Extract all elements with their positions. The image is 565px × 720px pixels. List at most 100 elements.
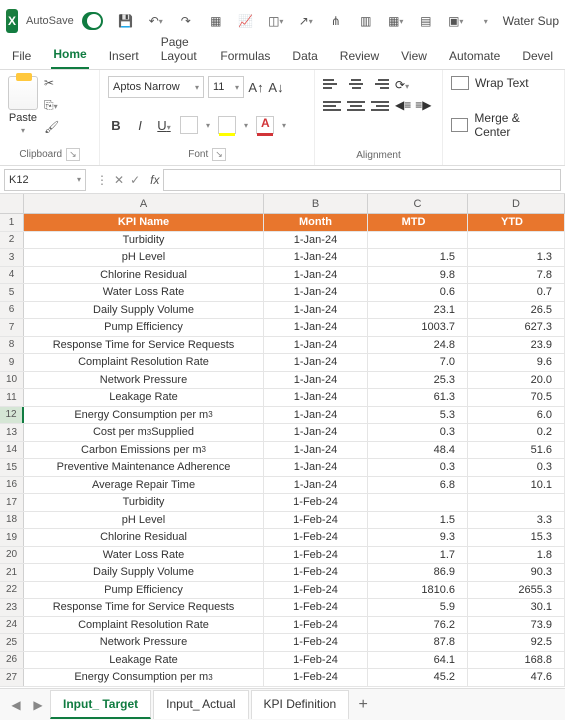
cell[interactable]: YTD	[468, 214, 565, 231]
fx-icon[interactable]: fx	[146, 173, 163, 187]
cell[interactable]: 10.1	[468, 477, 565, 494]
cell[interactable]: Month	[264, 214, 368, 231]
cell[interactable]: 6.0	[468, 407, 565, 424]
cell[interactable]	[468, 494, 565, 511]
column-header-d[interactable]: D	[468, 194, 565, 213]
row-header[interactable]: 15	[0, 459, 24, 476]
pivot-icon[interactable]: ◫▾	[267, 12, 285, 30]
cell[interactable]: 9.6	[468, 354, 565, 371]
sheet-tab[interactable]: Input_ Target	[50, 690, 151, 719]
column-header-a[interactable]: A	[24, 194, 264, 213]
cell[interactable]: Carbon Emissions per m3	[24, 442, 264, 459]
cell[interactable]: Network Pressure	[24, 372, 264, 389]
cell[interactable]: Chlorine Residual	[24, 267, 264, 284]
copy-icon[interactable]: ⎘▾	[44, 98, 60, 114]
sheet-rows[interactable]: 1KPI NameMonthMTDYTD2Turbidity1-Jan-243p…	[0, 214, 565, 688]
cell[interactable]: Chlorine Residual	[24, 529, 264, 546]
cell[interactable]: 1-Feb-24	[264, 582, 368, 599]
redo-icon[interactable]: ↷	[177, 12, 195, 30]
format-painter-icon[interactable]: 🖌	[44, 120, 60, 136]
filter-icon[interactable]: ▥	[357, 12, 375, 30]
cell[interactable]: 1-Jan-24	[264, 249, 368, 266]
cell[interactable]: 47.6	[468, 669, 565, 686]
cell[interactable]: 26.5	[468, 302, 565, 319]
sheet-tab[interactable]: Input_ Actual	[153, 690, 248, 719]
cell[interactable]: 1003.7	[368, 319, 468, 336]
cell[interactable]	[468, 232, 565, 249]
formula-input[interactable]	[163, 169, 561, 191]
italic-button[interactable]: I	[132, 118, 148, 133]
cell[interactable]: 70.5	[468, 389, 565, 406]
row-header[interactable]: 2	[0, 232, 24, 249]
cell[interactable]: 73.9	[468, 617, 565, 634]
orientation-icon[interactable]: ⟳▾	[395, 78, 431, 92]
font-name-select[interactable]: Aptos Narrow▾	[108, 76, 204, 98]
ribbon-tab-home[interactable]: Home	[51, 43, 88, 69]
cell[interactable]: Water Loss Rate	[24, 284, 264, 301]
cell[interactable]: Pump Efficiency	[24, 319, 264, 336]
ribbon-tab-data[interactable]: Data	[290, 45, 319, 69]
row-header[interactable]: 7	[0, 319, 24, 336]
align-top-right[interactable]	[371, 76, 389, 92]
cell[interactable]: 87.8	[368, 634, 468, 651]
cell[interactable]: 45.2	[368, 669, 468, 686]
cell[interactable]: 1-Jan-24	[264, 477, 368, 494]
increase-indent-icon[interactable]: ≡▶	[415, 98, 431, 112]
cell[interactable]: 30.1	[468, 599, 565, 616]
cell[interactable]: Network Pressure	[24, 634, 264, 651]
more-icon[interactable]: ▾	[477, 12, 495, 30]
prev-sheet-icon[interactable]: ◀	[6, 698, 26, 712]
cell[interactable]: 1.5	[368, 512, 468, 529]
cell[interactable]: Daily Supply Volume	[24, 564, 264, 581]
ribbon-tab-automate[interactable]: Automate	[447, 45, 502, 69]
autosave-toggle[interactable]: On	[82, 12, 103, 30]
freeze-icon[interactable]: ▤	[417, 12, 435, 30]
wrap-text-button[interactable]: Wrap Text	[451, 76, 556, 90]
cell[interactable]: Response Time for Service Requests	[24, 337, 264, 354]
row-header[interactable]: 8	[0, 337, 24, 354]
cell[interactable]: 7.8	[468, 267, 565, 284]
cell[interactable]: Average Repair Time	[24, 477, 264, 494]
cell[interactable]: 1-Feb-24	[264, 599, 368, 616]
row-header[interactable]: 4	[0, 267, 24, 284]
cell[interactable]: Cost per m3 Supplied	[24, 424, 264, 441]
align-top-left[interactable]	[323, 76, 341, 92]
dialog-launcher-icon[interactable]: ↘	[66, 148, 80, 161]
cell[interactable]: 23.1	[368, 302, 468, 319]
cell[interactable]: 1.5	[368, 249, 468, 266]
cell[interactable]: 1-Feb-24	[264, 529, 368, 546]
align-top-center[interactable]	[347, 76, 365, 92]
cell[interactable]: pH Level	[24, 512, 264, 529]
cell[interactable]: 64.1	[368, 652, 468, 669]
cell[interactable]: 1-Feb-24	[264, 547, 368, 564]
share-icon[interactable]: ↗▾	[297, 12, 315, 30]
cell[interactable]: Complaint Resolution Rate	[24, 354, 264, 371]
cell[interactable]: 0.6	[368, 284, 468, 301]
row-header[interactable]: 13	[0, 424, 24, 441]
cell[interactable]: 627.3	[468, 319, 565, 336]
cell[interactable]: 1-Jan-24	[264, 372, 368, 389]
undo-icon[interactable]: ↶▾	[147, 12, 165, 30]
row-header[interactable]: 14	[0, 442, 24, 459]
font-color-button[interactable]: A	[256, 116, 274, 134]
cell[interactable]: 24.8	[368, 337, 468, 354]
row-header[interactable]: 27	[0, 669, 24, 686]
row-header[interactable]: 17	[0, 494, 24, 511]
cell[interactable]: 6.8	[368, 477, 468, 494]
row-header[interactable]: 16	[0, 477, 24, 494]
row-header[interactable]: 12	[0, 407, 24, 424]
link-icon[interactable]: ⋔	[327, 12, 345, 30]
cell[interactable]: 1-Feb-24	[264, 617, 368, 634]
table-icon[interactable]: ▦	[207, 12, 225, 30]
align-center[interactable]	[347, 98, 365, 114]
row-header[interactable]: 24	[0, 617, 24, 634]
ribbon-tab-insert[interactable]: Insert	[107, 45, 141, 69]
merge-center-button[interactable]: Merge & Center	[451, 111, 556, 139]
cell[interactable]: 1-Jan-24	[264, 267, 368, 284]
cell[interactable]: 9.3	[368, 529, 468, 546]
cell[interactable]: 1-Jan-24	[264, 424, 368, 441]
cell[interactable]: Leakage Rate	[24, 652, 264, 669]
cell[interactable]: 1-Jan-24	[264, 354, 368, 371]
row-header[interactable]: 23	[0, 599, 24, 616]
row-header[interactable]: 19	[0, 529, 24, 546]
